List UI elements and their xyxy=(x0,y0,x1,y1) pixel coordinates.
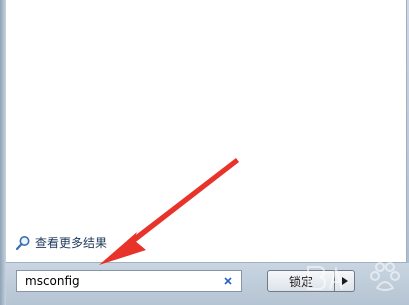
close-icon[interactable] xyxy=(221,274,235,288)
search-results-pane xyxy=(6,0,407,263)
search-input[interactable] xyxy=(17,272,221,290)
see-more-results-link[interactable]: 查看更多结果 xyxy=(15,235,107,251)
see-more-results-label: 查看更多结果 xyxy=(35,236,108,250)
shutdown-options-button[interactable] xyxy=(335,270,355,292)
search-box[interactable] xyxy=(16,270,242,292)
lock-button[interactable]: 锁定 xyxy=(267,270,335,292)
chevron-right-icon xyxy=(341,277,348,285)
shutdown-button-group: 锁定 xyxy=(267,270,357,292)
search-icon xyxy=(15,236,30,251)
